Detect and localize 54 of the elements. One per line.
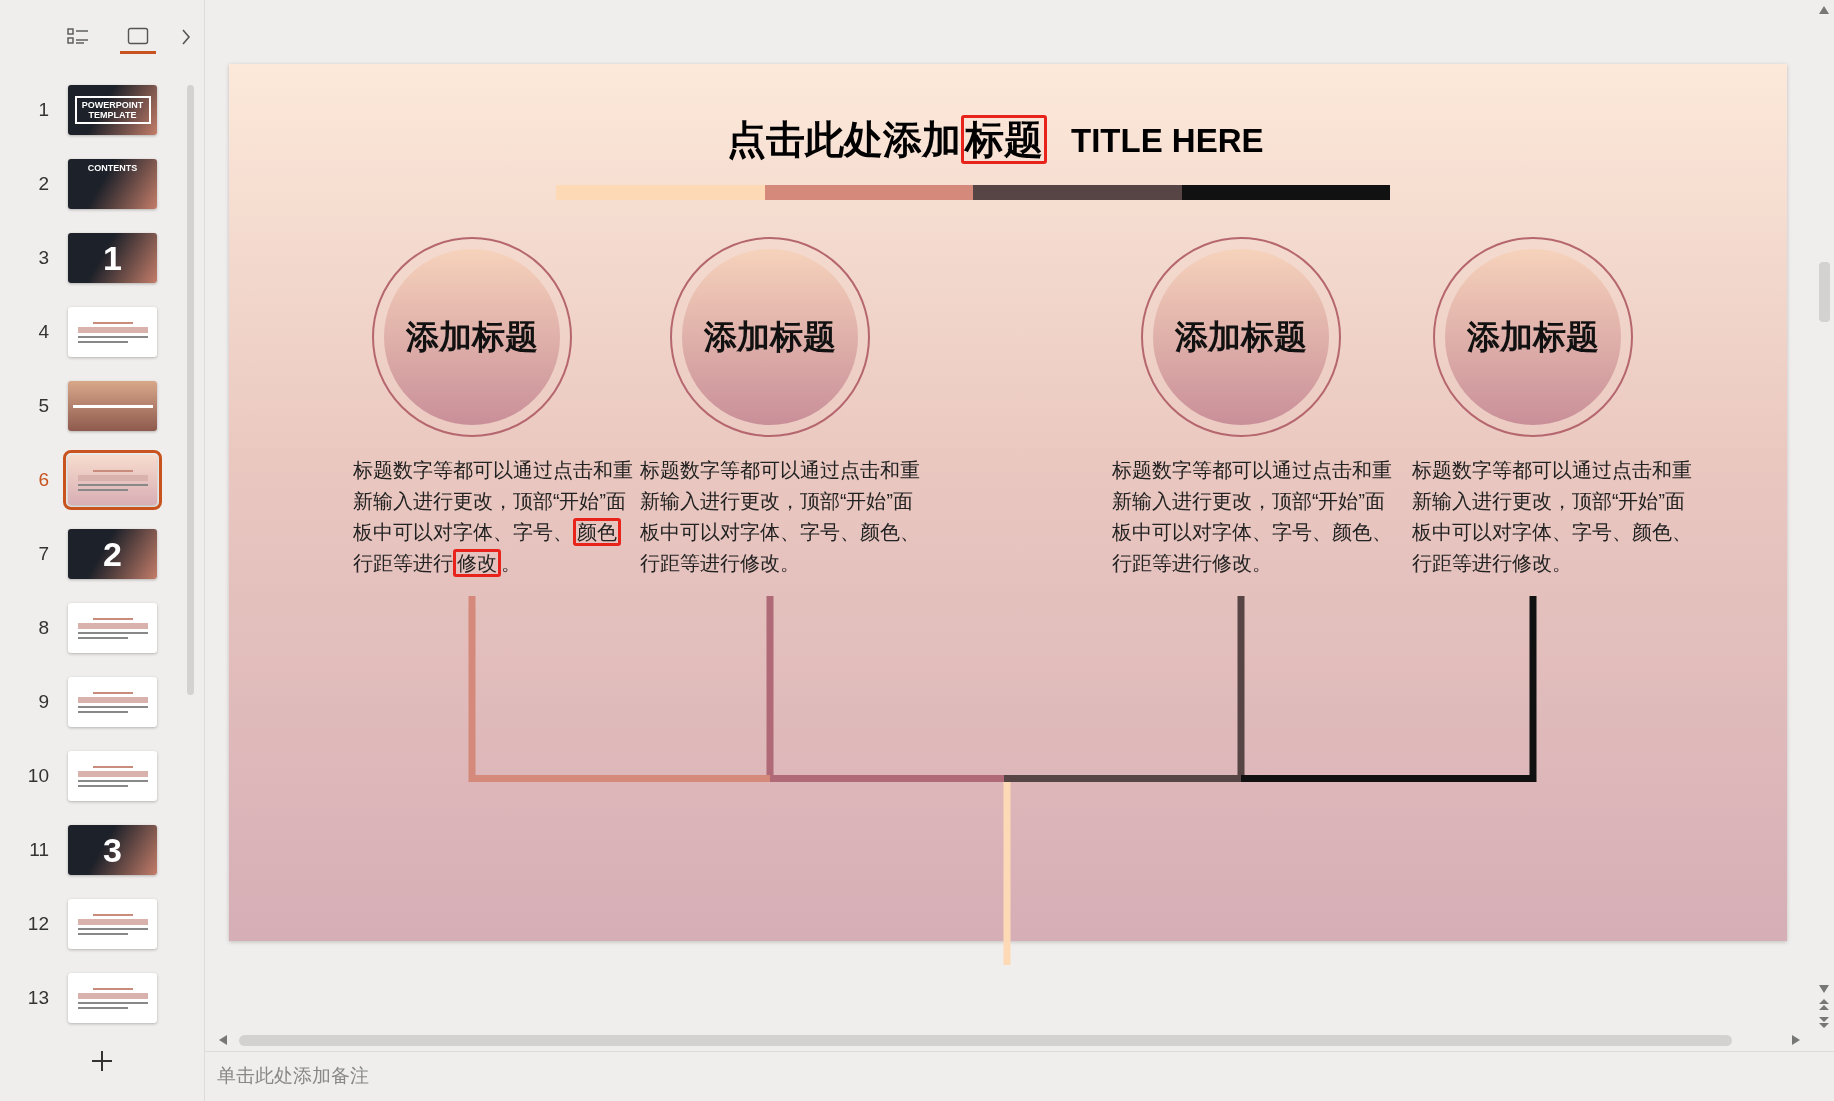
slide-thumbnail[interactable]: 2	[68, 529, 157, 579]
slide-number: 1	[37, 97, 50, 122]
scroll-down-icon[interactable]	[1819, 985, 1829, 993]
slide-thumbnail[interactable]	[68, 751, 157, 801]
slide-number: 6	[37, 467, 50, 492]
chevron-right-icon[interactable]	[180, 28, 192, 46]
scroll-up-icon[interactable]	[1819, 6, 1829, 14]
circle-heading: 添加标题	[1175, 317, 1307, 358]
slide-thumbnail[interactable]	[68, 899, 157, 949]
slide-title: 点击此处添加标题	[727, 108, 1047, 172]
slide-thumbnail[interactable]	[68, 603, 157, 653]
slide-number: 11	[28, 837, 50, 862]
section-number: 2	[103, 537, 122, 571]
slide-view-icon	[127, 26, 149, 45]
scrollbar-thumb[interactable]	[1818, 262, 1830, 322]
slide-number: 5	[37, 393, 50, 418]
outline-view-icon	[67, 26, 89, 45]
body-paragraph: 标题数字等都可以通过点击和重新输入进行更改，顶部“开始”面板中可以对字体、字号、 颜色 行距等进行 修改 。	[353, 455, 633, 579]
body-paragraph: 标题数字等都可以通过点击和重新输入进行更改，顶部“开始”面板中可以对字体、字号、颜色、行距等进行修改。	[1412, 458, 1692, 576]
slide-number: 2	[37, 171, 50, 196]
slide-thumbnail[interactable]: CONTENTS	[68, 159, 157, 209]
slide-number: 13	[26, 985, 50, 1010]
circle-heading: 添加标题	[704, 317, 836, 358]
slide-number: 3	[37, 245, 50, 270]
section-number: 3	[103, 833, 122, 867]
plus-icon	[91, 1050, 113, 1072]
body-paragraph: 标题数字等都可以通过点击和重新输入进行更改，顶部“开始”面板中可以对字体、字号、颜色、行距等进行修改。	[1112, 458, 1392, 576]
slide-thumbnail[interactable]	[68, 677, 157, 727]
slide-title-english: TITLE HERE	[1071, 123, 1264, 157]
circle-heading: 添加标题	[406, 317, 538, 358]
thumbnail-caption: POWERPOINT TEMPLATE	[74, 96, 151, 124]
slide-thumbnail[interactable]	[68, 973, 157, 1023]
section-number: 1	[103, 241, 122, 275]
slide-number: 10	[26, 763, 50, 788]
thumbnail-caption: CONTENTS	[87, 163, 138, 173]
scroll-right-icon[interactable]	[1792, 1035, 1800, 1045]
scrollbar-thumb[interactable]	[187, 85, 194, 695]
previous-slide-icon[interactable]	[1819, 999, 1829, 1011]
slide-number: 7	[37, 541, 50, 566]
slide-thumbnail[interactable]: POWERPOINT TEMPLATE	[68, 85, 157, 135]
scroll-left-icon[interactable]	[219, 1035, 227, 1045]
slide-thumbnail[interactable]	[68, 307, 157, 357]
slide-number: 9	[37, 689, 50, 714]
slide-thumbnail[interactable]: 1	[68, 233, 157, 283]
slide-number: 4	[37, 319, 50, 344]
notes-field[interactable]: 单击此处添加备注	[217, 1062, 817, 1091]
circle-heading: 添加标题	[1467, 317, 1599, 358]
next-slide-icon[interactable]	[1819, 1017, 1829, 1029]
slide-thumbnail[interactable]: 3	[68, 825, 157, 875]
body-paragraph: 标题数字等都可以通过点击和重新输入进行更改，顶部“开始”面板中可以对字体、字号、颜色、行距等进行修改。	[640, 458, 920, 576]
slide-number: 12	[26, 911, 50, 936]
slide-thumbnail[interactable]	[68, 381, 157, 431]
slide-number: 8	[37, 615, 50, 640]
scrollbar-thumb[interactable]	[239, 1034, 1732, 1046]
